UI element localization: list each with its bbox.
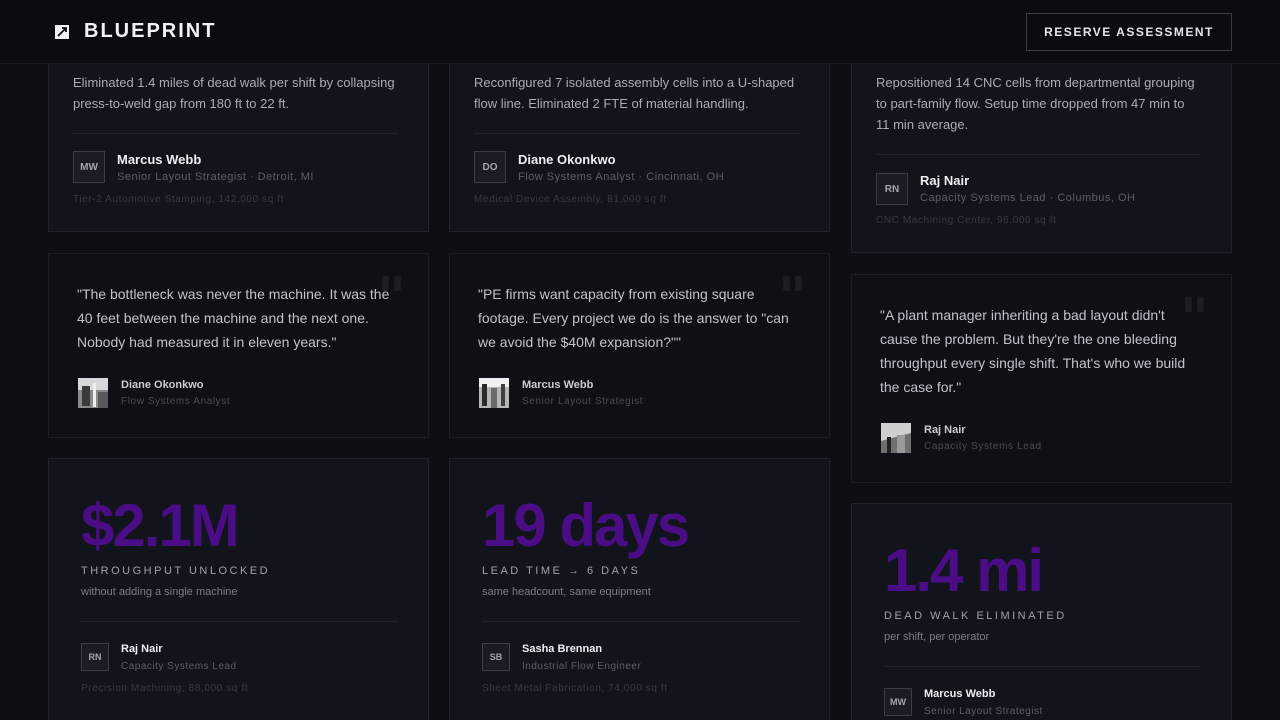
brand-name: BLUEPRINT: [84, 20, 217, 42]
brand-logo[interactable]: BLUEPRINT: [54, 20, 216, 43]
author-role: Capacity Systems Lead · Columbus, OH: [920, 192, 1136, 204]
author-initials-badge: DO: [474, 151, 506, 183]
testimonial-author-name: Raj Nair: [924, 424, 966, 436]
testimonial-card: " "The bottleneck was never the machine.…: [48, 253, 429, 438]
author-role: Flow Systems Analyst · Cincinnati, OH: [518, 171, 725, 183]
testimonial-author-name: Marcus Webb: [522, 379, 594, 391]
testimonial-card: " "PE firms want capacity from existing …: [449, 253, 830, 438]
divider: [876, 154, 1201, 155]
metric-label: THROUGHPUT UNLOCKED: [81, 565, 271, 577]
testimonial-quote: "A plant manager inheriting a bad layout…: [880, 307, 1186, 395]
project-detail: Sheet Metal Fabrication, 74,000 sq ft: [482, 683, 668, 694]
metric-caption: same headcount, same equipment: [482, 586, 651, 598]
avatar: [881, 423, 911, 453]
divider: [81, 621, 398, 622]
reserve-assessment-button[interactable]: RESERVE ASSESSMENT: [1026, 13, 1232, 51]
divider: [73, 133, 398, 134]
author-role: Senior Layout Strategist: [924, 706, 1043, 717]
project-detail: Medical Device Assembly, 81,000 sq ft: [474, 194, 667, 205]
testimonial-author-role: Senior Layout Strategist: [522, 396, 644, 407]
author-name: Marcus Webb: [117, 152, 202, 167]
pen-nib-icon: [54, 24, 70, 40]
testimonial-author-role: Flow Systems Analyst: [121, 396, 231, 407]
author-role: Capacity Systems Lead: [121, 661, 237, 672]
author-name: Raj Nair: [121, 643, 163, 655]
author-initials-badge: MW: [73, 151, 105, 183]
metric-card: $2.1M THROUGHPUT UNLOCKED without adding…: [48, 458, 429, 720]
author-name: Raj Nair: [920, 173, 970, 188]
author-name: Marcus Webb: [924, 688, 996, 700]
metric-value: 1.4 mi: [884, 537, 1044, 604]
author-name: Sasha Brennan: [522, 643, 603, 655]
divider: [482, 621, 799, 622]
author-initials-badge: SB: [482, 643, 510, 671]
metric-card: 1.4 mi DEAD WALK ELIMINATED per shift, p…: [851, 503, 1232, 720]
metric-caption: per shift, per operator: [884, 631, 990, 643]
testimonial-quote: "PE firms want capacity from existing sq…: [478, 286, 789, 350]
divider: [474, 133, 799, 134]
case-study-text: Repositioned 14 CNC cells from departmen…: [876, 75, 1195, 132]
case-study-card: Reconfigured 7 isolated assembly cells i…: [449, 52, 830, 232]
case-study-text: Reconfigured 7 isolated assembly cells i…: [474, 75, 795, 111]
testimonial-author-name: Diane Okonkwo: [121, 379, 204, 391]
author-initials-badge: MW: [884, 688, 912, 716]
case-study-card: Eliminated 1.4 miles of dead walk per sh…: [48, 52, 429, 232]
author-role: Industrial Flow Engineer: [522, 661, 642, 672]
metric-value: 19 days: [482, 492, 690, 559]
metric-caption: without adding a single machine: [81, 586, 238, 598]
author-name: Diane Okonkwo: [518, 152, 616, 167]
testimonial-card: " "A plant manager inheriting a bad layo…: [851, 274, 1232, 483]
metric-card: 19 days LEAD TIME → 6 DAYS same headcoun…: [449, 458, 830, 720]
metric-label: DEAD WALK ELIMINATED: [884, 610, 1067, 622]
project-detail: Tier-2 Automotive Stamping, 142,000 sq f…: [73, 194, 284, 205]
avatar: [78, 378, 108, 408]
author-initials-badge: RN: [81, 643, 109, 671]
avatar: [479, 378, 509, 408]
project-detail: Precision Machining, 88,000 sq ft: [81, 683, 249, 694]
metric-value: $2.1M: [81, 492, 240, 559]
testimonial-author-role: Capacity Systems Lead: [924, 441, 1042, 452]
divider: [884, 666, 1201, 667]
top-navigation-bar: BLUEPRINT RESERVE ASSESSMENT: [0, 0, 1280, 64]
case-study-text: Eliminated 1.4 miles of dead walk per sh…: [73, 75, 395, 111]
testimonial-quote: "The bottleneck was never the machine. I…: [77, 286, 390, 350]
project-detail: CNC Machining Center, 96,000 sq ft: [876, 215, 1057, 226]
metric-label: LEAD TIME → 6 DAYS: [482, 565, 641, 577]
author-initials-badge: RN: [876, 173, 908, 205]
case-study-card: Repositioned 14 CNC cells from departmen…: [851, 52, 1232, 253]
author-role: Senior Layout Strategist · Detroit, MI: [117, 171, 314, 183]
